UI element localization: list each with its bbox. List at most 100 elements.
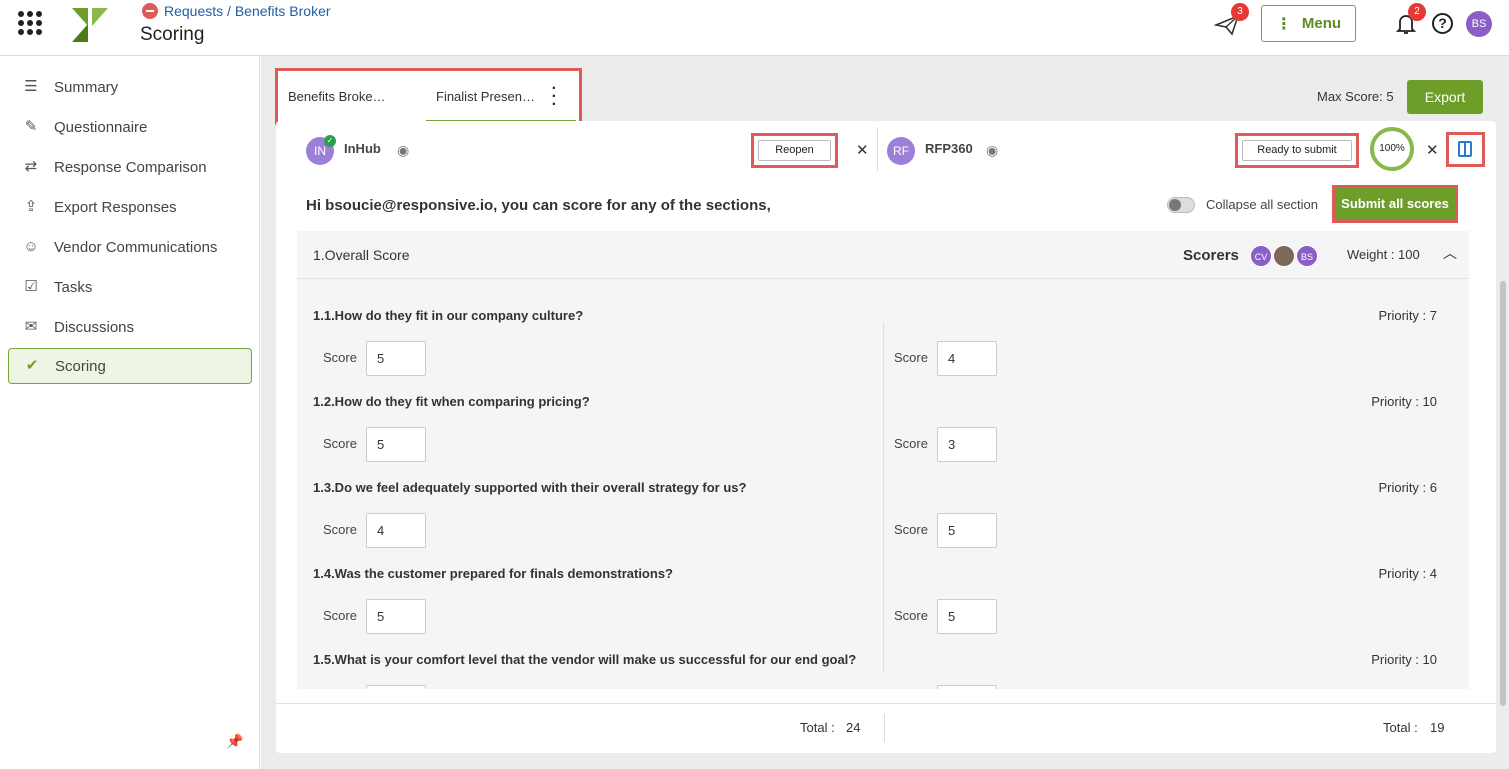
score-input[interactable]: 5 (366, 341, 426, 376)
people-icon: ☺ (23, 238, 39, 255)
score-label: Score (323, 608, 357, 623)
scorer-avatar: CV (1250, 245, 1272, 267)
question-priority: Priority : 10 (1371, 394, 1437, 409)
tab-bar: Benefits Broke… Finalist Presen… · · · (275, 68, 582, 125)
score-label: Score (323, 522, 357, 537)
sidebar-item-tasks[interactable]: ☑ Tasks (8, 269, 252, 305)
check-icon: ✓ (324, 135, 336, 147)
calendar-check-icon: ☑ (24, 278, 38, 295)
max-score: Max Score: 5 (1317, 89, 1394, 104)
submit-all-scores-button[interactable]: Submit all scores (1332, 185, 1458, 223)
score-input[interactable] (366, 685, 426, 689)
eye-icon[interactable]: ◉ (397, 142, 409, 159)
ready-to-submit-highlight: Ready to submit (1235, 133, 1359, 168)
sidebar-item-export-responses[interactable]: ⇪ Export Responses (8, 189, 252, 225)
question-priority: Priority : 4 (1378, 566, 1437, 581)
sidebar-item-discussions[interactable]: ✉ Discussions (8, 309, 252, 345)
question-priority: Priority : 7 (1378, 308, 1437, 323)
sidebar-item-label: Export Responses (54, 198, 177, 216)
question-text: 1.1.How do they fit in our company cultu… (313, 308, 584, 323)
edit-icon: ✎ (24, 118, 38, 135)
sidebar-item-questionnaire[interactable]: ✎ Questionnaire (8, 109, 252, 145)
score-label: Score (894, 350, 928, 365)
user-avatar[interactable]: BS (1466, 11, 1492, 37)
question-text: 1.5.What is your comfort level that the … (313, 652, 857, 667)
reopen-highlight: Reopen (751, 133, 838, 168)
sidebar-item-summary[interactable]: ☰ Summary (8, 69, 252, 105)
compare-icon: ⇄ (24, 158, 38, 175)
question-priority: Priority : 6 (1378, 480, 1437, 495)
sidebar-item-response-comparison[interactable]: ⇄ Response Comparison (8, 149, 252, 185)
total-label-a: Total : (800, 720, 835, 735)
close-vendor-icon[interactable]: ✕ (1426, 141, 1439, 159)
total-value-a: 24 (846, 720, 861, 735)
score-label: Score (894, 522, 928, 537)
collapse-toggle[interactable] (1167, 197, 1195, 213)
score-label: Score (894, 608, 928, 623)
section-title: 1.Overall Score (313, 247, 410, 263)
app-header: Requests / Benefits Broker Scoring 3 ⋮ M… (0, 0, 1509, 56)
section-header[interactable]: 1.Overall Score Scorers CV BS Weight : 1… (297, 231, 1469, 279)
breadcrumb-text[interactable]: Requests / Benefits Broker (164, 3, 331, 19)
question-text: 1.3.Do we feel adequately supported with… (313, 480, 747, 495)
score-input[interactable]: 3 (937, 427, 997, 462)
breadcrumb[interactable]: Requests / Benefits Broker (142, 3, 331, 19)
total-label-b: Total : (1383, 720, 1418, 735)
request-icon (142, 3, 158, 19)
progress-ring: 100% (1370, 127, 1414, 171)
help-icon[interactable]: ? (1432, 13, 1453, 34)
sidebar-item-label: Response Comparison (54, 158, 207, 176)
score-input[interactable] (937, 685, 997, 689)
menu-label: Menu (1301, 15, 1342, 32)
sidebar-item-vendor-communications[interactable]: ☺ Vendor Communications (8, 229, 252, 265)
chevron-up-icon[interactable]: ︿ (1443, 243, 1457, 263)
score-label: Score (323, 436, 357, 451)
menu-button[interactable]: ⋮ Menu (1261, 5, 1356, 42)
vendor-name: InHub (344, 141, 381, 156)
list-icon: ☰ (24, 78, 38, 95)
score-input[interactable]: 5 (937, 513, 997, 548)
ready-to-submit-button[interactable]: Ready to submit (1242, 140, 1352, 161)
score-input[interactable]: 5 (937, 599, 997, 634)
split-view-highlight (1446, 132, 1485, 167)
greeting: Hi bsoucie@responsive.io, you can score … (306, 197, 771, 214)
tab-label: Finalist Presen… (436, 89, 535, 104)
sidebar-item-label: Scoring (55, 357, 106, 375)
question-priority: Priority : 10 (1371, 652, 1437, 667)
score-input[interactable]: 5 (366, 599, 426, 634)
chat-icon: ✉ (24, 318, 38, 335)
tab-options-icon[interactable]: · · · (552, 81, 557, 113)
sidebar-item-label: Discussions (54, 318, 135, 336)
vendor-avatar: RF (887, 137, 915, 165)
question-text: 1.2.How do they fit when comparing prici… (313, 394, 590, 409)
score-input[interactable]: 5 (366, 427, 426, 462)
sidebar-item-label: Questionnaire (54, 118, 148, 136)
main-content: Benefits Broke… Finalist Presen… · · · Max… (261, 56, 1509, 769)
sidebar-item-label: Summary (54, 78, 119, 96)
close-vendor-icon[interactable]: ✕ (856, 141, 869, 159)
totals-divider (884, 714, 885, 742)
score-input[interactable]: 4 (366, 513, 426, 548)
score-section: 1.Overall Score Scorers CV BS Weight : 1… (297, 231, 1469, 689)
notification-badge: 2 (1408, 3, 1426, 21)
sidebar-item-scoring[interactable]: ✔ Scoring (8, 348, 252, 384)
sidebar-item-label: Tasks (54, 278, 93, 296)
scoring-icon: ✔ (25, 357, 39, 374)
apps-grid-icon[interactable] (18, 11, 42, 35)
vendor-name: RFP360 (925, 141, 973, 156)
total-value-b: 19 (1430, 720, 1445, 735)
vendor-divider (877, 127, 878, 171)
reopen-button[interactable]: Reopen (758, 140, 831, 161)
tab-benefits-broker[interactable]: Benefits Broke… (278, 71, 423, 122)
sidebar: ☰ Summary ✎ Questionnaire ⇄ Response Com… (0, 56, 260, 769)
split-view-icon[interactable] (1458, 141, 1472, 157)
column-divider (883, 323, 884, 673)
scoring-panel: IN ✓ InHub ◉ Reopen ✕ RF RFP360 ◉ Ready … (276, 121, 1506, 753)
score-input[interactable]: 4 (937, 341, 997, 376)
pin-icon[interactable]: 📌 (226, 733, 243, 750)
scorer-avatar: BS (1296, 245, 1318, 267)
scrollbar[interactable] (1500, 281, 1506, 706)
collapse-label: Collapse all section (1206, 197, 1319, 212)
export-button[interactable]: Export (1407, 80, 1483, 114)
eye-icon[interactable]: ◉ (986, 142, 998, 159)
